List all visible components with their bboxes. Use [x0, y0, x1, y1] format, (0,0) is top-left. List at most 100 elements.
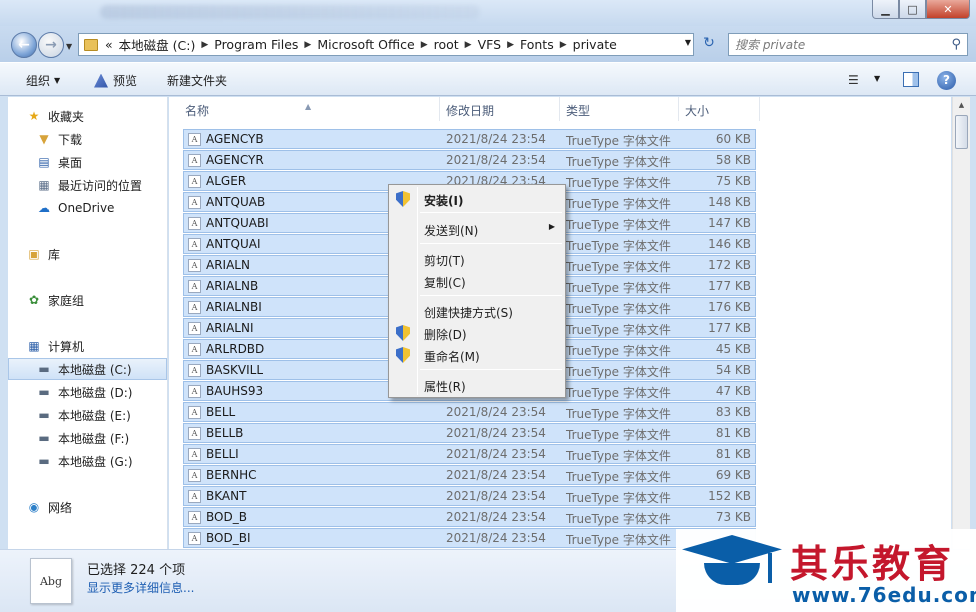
chevron-right-icon[interactable]: ▶	[418, 40, 431, 50]
navigation-pane: ★ 收藏夹 ▼ 下载 ▤ 桌面 ▦ 最近访问的位置 ☁ OneDrive ▣ 库…	[8, 97, 168, 549]
forward-button[interactable]: →	[38, 32, 64, 58]
menu-item-label: 重命名(M)	[424, 350, 480, 364]
file-type: TrueType 字体文件	[566, 155, 671, 169]
file-row[interactable]: A BELLB 2021/8/24 23:54 TrueType 字体文件 81 KB	[183, 423, 756, 443]
column-type[interactable]: 类型	[566, 102, 590, 119]
breadcrumb-microsoft-office[interactable]: Microsoft Office	[314, 37, 417, 52]
chevron-right-icon[interactable]: ▶	[557, 40, 570, 50]
computer-icon: ▦	[28, 339, 40, 353]
close-button[interactable]: ✕	[926, 0, 970, 19]
sidebar-item-network[interactable]: ◉ 网络	[26, 496, 185, 518]
file-type: TrueType 字体文件	[566, 197, 671, 211]
file-size: 69 KB	[715, 468, 751, 482]
menu-item-install[interactable]: 安装(I)	[391, 188, 563, 210]
vertical-scrollbar[interactable]: ▲	[952, 97, 970, 549]
column-name[interactable]: 名称	[185, 102, 209, 119]
address-dropdown-icon[interactable]: ▼	[685, 38, 691, 47]
help-icon[interactable]: ?	[937, 71, 956, 90]
file-row[interactable]: A BELL 2021/8/24 23:54 TrueType 字体文件 83 KB	[183, 402, 756, 422]
file-row[interactable]: A BERNHC 2021/8/24 23:54 TrueType 字体文件 69 KB	[183, 465, 756, 485]
preview-button[interactable]: 预览	[94, 72, 137, 89]
breadcrumb-private[interactable]: private	[570, 37, 620, 52]
drive-icon: ▬	[38, 362, 50, 376]
chevron-right-icon[interactable]: ▶	[462, 40, 475, 50]
sidebar-item-libraries[interactable]: ▣ 库	[26, 243, 185, 265]
sidebar-item-favorites[interactable]: ★ 收藏夹	[26, 105, 185, 127]
address-overflow[interactable]: «	[102, 37, 116, 52]
sidebar-item-homegroup[interactable]: ✿ 家庭组	[26, 289, 185, 311]
column-date-modified[interactable]: 修改日期	[446, 102, 494, 119]
font-file-icon: A	[188, 490, 201, 503]
view-options-icon[interactable]: ☰	[848, 73, 859, 87]
menu-item-properties[interactable]: 属性(R)	[391, 374, 563, 396]
chevron-right-icon[interactable]: ▶	[301, 40, 314, 50]
breadcrumb-fonts[interactable]: Fonts	[517, 37, 557, 52]
font-file-icon: A	[188, 406, 201, 419]
sidebar-item-computer[interactable]: ▦ 计算机	[26, 335, 185, 357]
search-input[interactable]: 搜索 private ⚲	[728, 33, 968, 56]
file-type: TrueType 字体文件	[566, 428, 671, 442]
font-file-icon: A	[188, 532, 201, 545]
file-type: TrueType 字体文件	[566, 260, 671, 274]
sidebar-item-label: 下载	[58, 132, 83, 147]
sidebar-item-drive-c[interactable]: ▬ 本地磁盘 (C:)	[8, 358, 167, 380]
file-name: AGENCYR	[206, 153, 264, 167]
file-date: 2021/8/24 23:54	[446, 447, 546, 461]
drive-icon: ▬	[38, 454, 50, 468]
view-options-dropdown[interactable]: ▼	[874, 74, 880, 83]
library-icon: ▣	[28, 247, 40, 261]
chevron-right-icon[interactable]: ▶	[198, 40, 211, 50]
sort-up-icon: ▲	[305, 102, 312, 111]
scrollbar-thumb[interactable]	[955, 115, 968, 149]
file-row[interactable]: A BOD_B 2021/8/24 23:54 TrueType 字体文件 73 KB	[183, 507, 756, 527]
file-date: 2021/8/24 23:54	[446, 468, 546, 482]
breadcrumb-program-files[interactable]: Program Files	[211, 37, 301, 52]
address-bar[interactable]: « 本地磁盘 (C:) ▶ Program Files ▶ Microsoft …	[78, 33, 694, 56]
file-row[interactable]: A BKANT 2021/8/24 23:54 TrueType 字体文件 152 KB	[183, 486, 756, 506]
font-file-icon: A	[188, 154, 201, 167]
star-icon: ★	[28, 109, 40, 123]
file-date: 2021/8/24 23:54	[446, 405, 546, 419]
file-row[interactable]: A BELLI 2021/8/24 23:54 TrueType 字体文件 81 KB	[183, 444, 756, 464]
file-date: 2021/8/24 23:54	[446, 153, 546, 167]
menu-item-create-shortcut[interactable]: 创建快捷方式(S)	[391, 300, 563, 322]
menu-item-label: 安装(I)	[424, 194, 464, 208]
menu-item-send-to[interactable]: 发送到(N) ▶	[391, 218, 563, 240]
menu-item-cut[interactable]: 剪切(T)	[391, 248, 563, 270]
back-button[interactable]: ←	[11, 32, 37, 58]
file-type: TrueType 字体文件	[566, 344, 671, 358]
breadcrumb-vfs[interactable]: VFS	[475, 37, 504, 52]
sidebar-item-label: OneDrive	[58, 201, 115, 215]
file-row[interactable]: A AGENCYR 2021/8/24 23:54 TrueType 字体文件 58 K…	[183, 150, 756, 170]
menu-item-rename[interactable]: 重命名(M)	[391, 344, 563, 366]
new-folder-button[interactable]: 新建文件夹	[167, 72, 227, 89]
file-type: TrueType 字体文件	[566, 218, 671, 232]
file-name: BASKVILL	[206, 363, 264, 377]
file-size: 60 KB	[715, 132, 751, 146]
recent-places-icon: ▦	[38, 178, 50, 192]
maximize-button[interactable]: □	[899, 0, 926, 19]
search-placeholder: 搜索 private	[735, 38, 806, 52]
font-file-icon: A	[188, 469, 201, 482]
file-name: BAUHS93	[206, 384, 264, 398]
menu-item-delete[interactable]: 删除(D)	[391, 322, 563, 344]
minimize-button[interactable]: ▁	[872, 0, 899, 19]
show-more-details-link[interactable]: 显示更多详细信息...	[87, 579, 194, 596]
blurred-title	[100, 5, 480, 19]
file-row[interactable]: A AGENCYB 2021/8/24 23:54 TrueType 字体文件 60 K…	[183, 129, 756, 149]
recent-pages-dropdown[interactable]: ▼	[66, 42, 72, 51]
preview-pane-icon[interactable]	[903, 72, 919, 87]
font-file-icon: A	[188, 133, 201, 146]
breadcrumb-drive[interactable]: 本地磁盘 (C:)	[116, 35, 199, 54]
chevron-right-icon[interactable]: ▶	[504, 40, 517, 50]
organize-button[interactable]: 组织 ▼	[26, 72, 60, 89]
column-size[interactable]: 大小	[685, 102, 709, 119]
command-bar: 组织 ▼ 预览 新建文件夹 ☰ ▼ ?	[0, 62, 976, 96]
file-type: TrueType 字体文件	[566, 176, 671, 190]
refresh-icon[interactable]: ↻	[699, 35, 719, 55]
breadcrumb-root[interactable]: root	[431, 37, 462, 52]
search-icon[interactable]: ⚲	[951, 37, 961, 52]
file-row[interactable]: A BOD_BI 2021/8/24 23:54 TrueType 字体文件	[183, 528, 756, 548]
scroll-up-icon[interactable]: ▲	[953, 97, 970, 113]
menu-item-copy[interactable]: 复制(C)	[391, 270, 563, 292]
